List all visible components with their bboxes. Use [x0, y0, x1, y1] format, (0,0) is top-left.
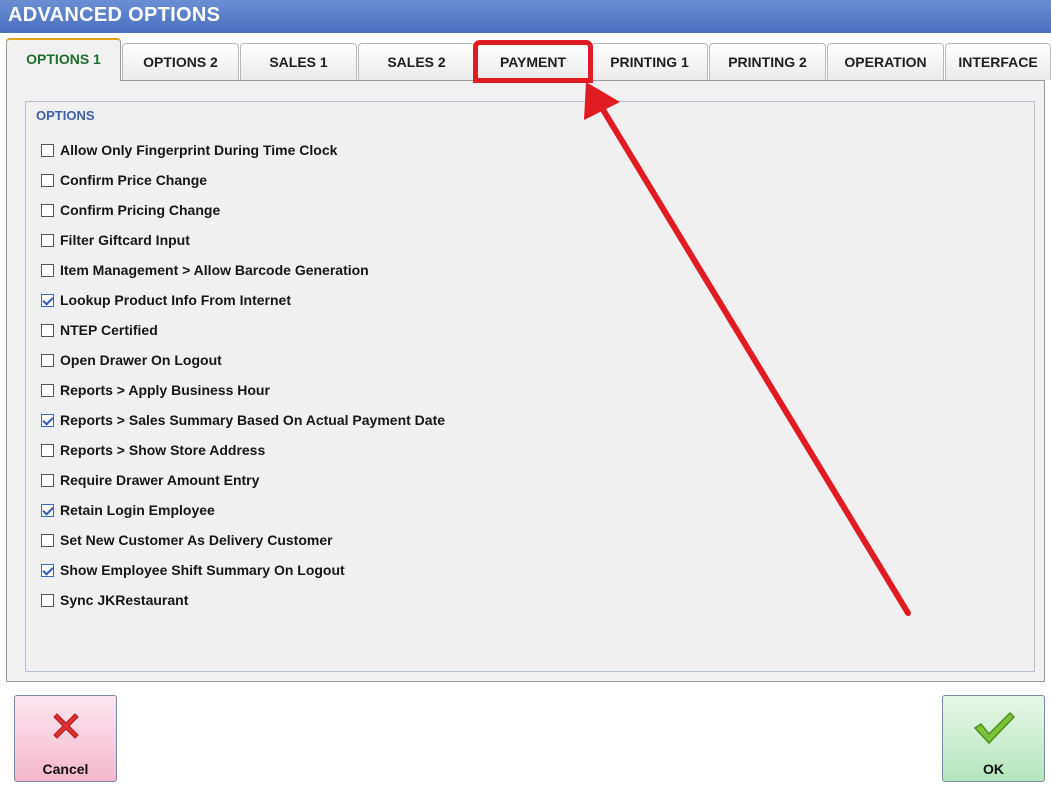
- option-label: Confirm Pricing Change: [60, 202, 221, 218]
- option-sales-summary-actual-payment-date[interactable]: Reports > Sales Summary Based On Actual …: [41, 410, 445, 430]
- option-label: Retain Login Employee: [60, 502, 215, 518]
- checkbox-checked[interactable]: [41, 413, 54, 427]
- checkbox-checked[interactable]: [41, 563, 54, 577]
- checkbox[interactable]: [41, 593, 54, 607]
- checkbox[interactable]: [41, 383, 54, 397]
- checkbox[interactable]: [41, 233, 54, 247]
- checkbox[interactable]: [41, 263, 54, 277]
- option-label: NTEP Certified: [60, 322, 158, 338]
- tab-payment[interactable]: PAYMENT: [473, 40, 593, 83]
- checkbox[interactable]: [41, 143, 54, 157]
- option-label: Sync JKRestaurant: [60, 592, 189, 608]
- tab-operation[interactable]: OPERATION: [827, 43, 944, 80]
- option-show-employee-shift-summary[interactable]: Show Employee Shift Summary On Logout: [41, 560, 345, 580]
- tab-options-1[interactable]: OPTIONS 1: [6, 38, 121, 81]
- option-label: Allow Only Fingerprint During Time Clock: [60, 142, 338, 158]
- option-confirm-pricing-change[interactable]: Confirm Pricing Change: [41, 200, 220, 220]
- tab-sales-1[interactable]: SALES 1: [240, 43, 357, 80]
- option-confirm-price-change[interactable]: Confirm Price Change: [41, 170, 207, 190]
- checkbox-checked[interactable]: [41, 293, 54, 307]
- options-group: OPTIONS Allow Only Fingerprint During Ti…: [25, 101, 1035, 672]
- option-label: Reports > Sales Summary Based On Actual …: [60, 412, 446, 428]
- checkbox[interactable]: [41, 323, 54, 337]
- option-sync-jkrestaurant[interactable]: Sync JKRestaurant: [41, 590, 188, 610]
- tab-interface[interactable]: INTERFACE: [945, 43, 1051, 80]
- option-label: Set New Customer As Delivery Customer: [60, 532, 333, 548]
- option-ntep-certified[interactable]: NTEP Certified: [41, 320, 158, 340]
- option-apply-business-hour[interactable]: Reports > Apply Business Hour: [41, 380, 270, 400]
- ok-label: OK: [983, 761, 1004, 777]
- option-allow-only-fingerprint[interactable]: Allow Only Fingerprint During Time Clock: [41, 140, 337, 160]
- checkmark-icon: [972, 710, 1016, 749]
- option-require-drawer-amount-entry[interactable]: Require Drawer Amount Entry: [41, 470, 259, 490]
- checkbox[interactable]: [41, 173, 54, 187]
- option-filter-giftcard-input[interactable]: Filter Giftcard Input: [41, 230, 190, 250]
- option-new-customer-as-delivery[interactable]: Set New Customer As Delivery Customer: [41, 530, 333, 550]
- option-label: Open Drawer On Logout: [60, 352, 222, 368]
- checkbox-checked[interactable]: [41, 503, 54, 517]
- option-label: Lookup Product Info From Internet: [60, 292, 291, 308]
- option-label: Show Employee Shift Summary On Logout: [60, 562, 345, 578]
- tab-sales-2[interactable]: SALES 2: [358, 43, 475, 80]
- option-allow-barcode-generation[interactable]: Item Management > Allow Barcode Generati…: [41, 260, 369, 280]
- option-label: Filter Giftcard Input: [60, 232, 190, 248]
- window-title: ADVANCED OPTIONS: [0, 0, 1051, 33]
- option-show-store-address[interactable]: Reports > Show Store Address: [41, 440, 265, 460]
- checkbox[interactable]: [41, 473, 54, 487]
- checkbox[interactable]: [41, 443, 54, 457]
- tab-panel: OPTIONS Allow Only Fingerprint During Ti…: [6, 80, 1045, 682]
- checkbox[interactable]: [41, 353, 54, 367]
- tab-options-2[interactable]: OPTIONS 2: [122, 43, 239, 80]
- tab-printing-1[interactable]: PRINTING 1: [591, 43, 708, 80]
- cancel-button[interactable]: Cancel: [14, 695, 117, 782]
- checkbox[interactable]: [41, 533, 54, 547]
- option-label: Reports > Show Store Address: [60, 442, 266, 458]
- option-open-drawer-on-logout[interactable]: Open Drawer On Logout: [41, 350, 222, 370]
- option-label: Confirm Price Change: [60, 172, 208, 188]
- x-icon: [51, 710, 81, 743]
- option-label: Reports > Apply Business Hour: [60, 382, 270, 398]
- tab-printing-2[interactable]: PRINTING 2: [709, 43, 826, 80]
- cancel-label: Cancel: [42, 761, 89, 777]
- checkbox[interactable]: [41, 203, 54, 217]
- group-title: OPTIONS: [36, 108, 95, 123]
- ok-button[interactable]: OK: [942, 695, 1045, 782]
- option-label: Item Management > Allow Barcode Generati…: [60, 262, 369, 278]
- option-retain-login-employee[interactable]: Retain Login Employee: [41, 500, 215, 520]
- option-label: Require Drawer Amount Entry: [60, 472, 260, 488]
- option-lookup-product-info[interactable]: Lookup Product Info From Internet: [41, 290, 291, 310]
